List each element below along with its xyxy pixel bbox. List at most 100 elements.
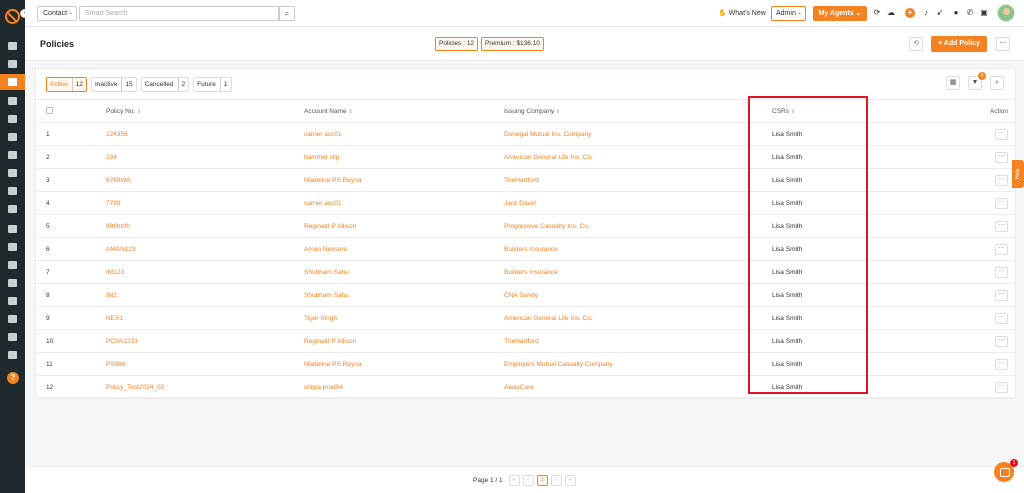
notification-icon[interactable]: ● [952,9,960,17]
first-page-button[interactable]: « [508,475,520,486]
tab-cancelled[interactable]: Cancelled 2 [140,77,190,92]
table-row[interactable]: 3 6789WA Madeline PS Reyna TheHartford Lisa … [36,168,1015,192]
rocket-icon[interactable]: ➹ [936,9,944,17]
current-page-button[interactable]: 1 [536,475,548,486]
row-actions-button[interactable]: ··· [995,289,1008,301]
row-actions-button[interactable]: ··· [995,266,1008,278]
account-name-link[interactable]: Shubham Sahu [304,283,504,307]
row-actions-button[interactable]: ··· [995,335,1008,347]
issuing-company-link[interactable]: Donegal Mutual Ins. Company [504,122,772,146]
issuing-company-link[interactable]: Builders Insurance [504,237,772,261]
smart-search-input[interactable]: Smart Search [79,6,279,21]
table-row[interactable]: 11 PS986 Madeline PS Reyna Employers Mutual… [36,352,1015,376]
row-actions-button[interactable]: ··· [995,358,1008,370]
account-name-link[interactable]: carrier acc01 [304,122,504,146]
table-row[interactable]: 4 7789 carrier acc01 Jack David Lisa Smith ··… [36,191,1015,215]
cloud-icon[interactable]: ☁ [887,9,895,17]
policy-no-link[interactable]: 124356 [106,122,304,146]
tab-inactive[interactable]: Inactive 15 [90,77,137,92]
table-row[interactable]: 5 998htrfh Reginald P Allison Progressive C… [36,214,1015,238]
issuing-company-link[interactable]: Progressive Casualty Ins. Co. [504,214,772,238]
row-actions-button[interactable]: ··· [995,220,1008,232]
row-actions-button[interactable]: ··· [995,128,1008,140]
header-policy-no[interactable]: Policy No. ⇕ [106,99,304,123]
search-icon[interactable]: ⌕ [279,6,295,21]
role-select[interactable]: Admin ⌄ [771,6,806,21]
account-name-link[interactable]: Reginald P Allison [304,329,504,353]
help-icon[interactable]: ? [7,372,19,384]
settings-icon[interactable] [8,351,17,359]
row-actions-button[interactable]: ··· [995,312,1008,324]
campaign-icon[interactable] [8,169,17,177]
table-row[interactable]: 1 124356 carrier acc01 Donegal Mutual Ins. … [36,122,1015,146]
tab-active[interactable]: Active 12 [46,77,87,92]
carriers-icon[interactable] [8,97,17,105]
table-row[interactable]: 12 Policy_Test2024_02 shilpa prod04 AwayCar… [36,375,1015,399]
policy-no-link[interactable]: AMAN123 [106,237,304,261]
issuing-company-link[interactable]: TheHartford [504,168,772,192]
prev-page-button[interactable]: ‹ [522,475,534,486]
row-actions-button[interactable]: ··· [995,197,1008,209]
table-row[interactable]: 6 AMAN123 Aman Nexsure Builders Insurance Li… [36,237,1015,261]
row-actions-button[interactable]: ··· [995,151,1008,163]
account-name-link[interactable]: Madeline PS Reyna [304,352,504,376]
account-name-link[interactable]: Tiger Singh [304,306,504,330]
grid-view-icon[interactable]: ▦ [946,76,960,90]
documents-icon[interactable] [8,187,17,195]
issuing-company-link[interactable]: Employers Mutual Casualty Company [504,352,772,376]
issuing-company-link[interactable]: Builders Insurance [504,260,772,284]
quick-add-icon[interactable]: + [905,8,915,18]
policies-icon[interactable] [0,74,25,90]
tab-future[interactable]: Future 1 [193,77,232,92]
account-name-link[interactable]: Aman Nexsure [304,237,504,261]
mail-icon[interactable] [8,297,17,305]
account-name-link[interactable]: hammer clip [304,145,504,169]
search-icon[interactable]: ⌕ [990,76,1004,90]
phone-icon[interactable]: ✆ [966,9,974,17]
table-row[interactable]: 9 NEX1 Tiger Singh American General Life In… [36,306,1015,330]
filter-icon[interactable] [8,151,17,159]
policy-no-link[interactable]: IM2 [106,283,304,307]
my-agents-button[interactable]: My Agents ⌄ [813,6,867,21]
header-issuing-company[interactable]: Issuing Company ⇕ [504,99,772,123]
google-icon[interactable] [8,243,17,251]
row-actions-button[interactable]: ··· [995,174,1008,186]
help-side-tab[interactable]: Help [1012,160,1024,188]
account-name-link[interactable]: carrier acc01 [304,191,504,215]
last-page-button[interactable]: » [564,475,576,486]
issuing-company-link[interactable]: TheHartford [504,329,772,353]
contacts-icon[interactable] [8,60,17,68]
sync-icon[interactable]: ⟳ [873,9,881,17]
send-icon[interactable] [8,315,17,323]
contact-select[interactable]: Contact ⌄ [37,6,77,21]
chip-icon[interactable]: ▣ [980,9,988,17]
chart-icon[interactable] [8,333,17,341]
table-row[interactable]: 8 IM2 Shubham Sahu CNA Surety Lisa Smith ··· [36,283,1015,307]
issuing-company-link[interactable]: Jack David [504,191,772,215]
header-account-name[interactable]: Account Name ⇕ [304,99,504,123]
policy-no-link[interactable]: IM123 [106,260,304,284]
table-row[interactable]: 10 PCVA1233 Reginald P Allison TheHartford L… [36,329,1015,353]
account-name-link[interactable]: shilpa prod04 [304,375,504,399]
dashboard-icon[interactable] [8,42,17,50]
table-row[interactable]: 2 234 hammer clip American General Life Ins… [36,145,1015,169]
policy-no-link[interactable]: NEX1 [106,306,304,330]
calendar-icon[interactable] [8,279,17,287]
table-row[interactable]: 7 IM123 Shubham Sahu Builders Insurance Lisa… [36,260,1015,284]
policy-no-link[interactable]: Policy_Test2024_02 [106,375,304,399]
user-avatar[interactable] [997,4,1015,22]
policy-no-link[interactable]: 998htrfh [106,214,304,238]
select-all-checkbox[interactable] [46,106,53,114]
policy-no-link[interactable]: 7789 [106,191,304,215]
more-options-button[interactable]: ··· [996,37,1010,51]
notes-icon[interactable] [8,261,17,269]
row-actions-button[interactable]: ··· [995,243,1008,255]
policy-no-link[interactable]: 6789WA [106,168,304,192]
issuing-company-link[interactable]: American General Life Ins. Co. [504,306,772,330]
reports-icon[interactable] [8,133,17,141]
bell-icon[interactable]: ♪ [922,9,930,17]
analytics-icon[interactable] [8,205,17,213]
app-logo-icon[interactable] [5,9,20,24]
whats-new-link[interactable]: ✋ What's New [718,9,766,17]
next-page-button[interactable]: › [550,475,562,486]
